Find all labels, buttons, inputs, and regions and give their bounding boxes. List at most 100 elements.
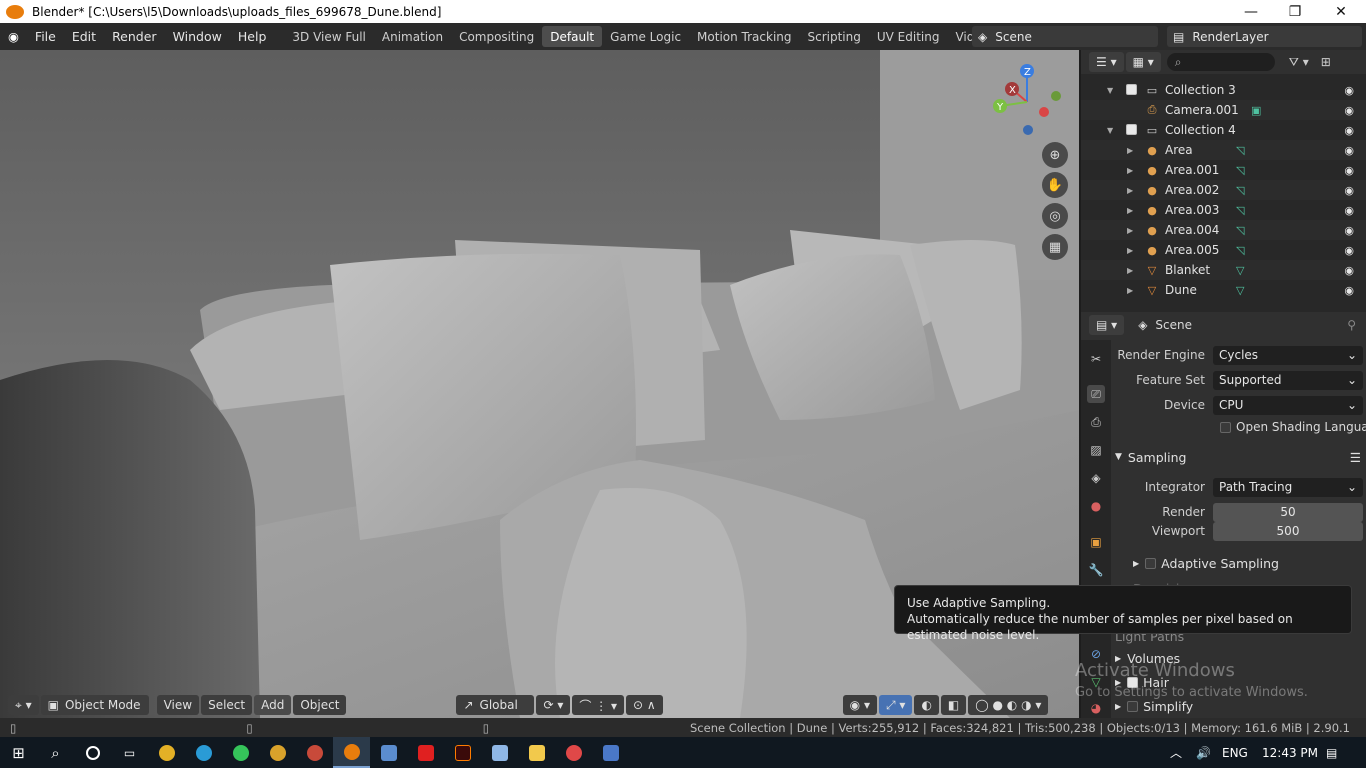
collapse-arrow-icon[interactable]: ▶: [1127, 226, 1133, 235]
tab-animation[interactable]: Animation: [374, 26, 451, 47]
tab-game-logic[interactable]: Game Logic: [602, 26, 689, 47]
menu-window[interactable]: Window: [165, 23, 230, 50]
tab-uv-editing[interactable]: UV Editing: [869, 26, 948, 47]
outliner-row[interactable]: ▼ ▭ Collection 3 ◉: [1081, 80, 1366, 100]
visibility-eye-icon[interactable]: ◉: [1344, 144, 1354, 157]
outliner-row[interactable]: ▶ ● Area.005 ◹ ◉: [1081, 240, 1366, 260]
snap-button[interactable]: ⌒ ⋮ ▾: [572, 695, 625, 715]
adaptive-sampling-checkbox[interactable]: [1145, 557, 1157, 569]
menu-help[interactable]: Help: [230, 23, 275, 50]
whatsapp-icon[interactable]: [222, 737, 259, 768]
navigation-gizmo[interactable]: Z X Y: [992, 62, 1062, 142]
modifier-tab-icon[interactable]: 🔧: [1087, 561, 1105, 579]
language-indicator[interactable]: ENG: [1222, 746, 1248, 760]
collapse-arrow-icon[interactable]: ▶: [1127, 166, 1133, 175]
tab-compositing[interactable]: Compositing: [451, 26, 542, 47]
menu-edit[interactable]: Edit: [64, 23, 104, 50]
gizmo-toggle-button[interactable]: ⤢ ▾: [878, 695, 913, 715]
sampling-panel-header[interactable]: ▼ Sampling ☰: [1115, 445, 1365, 469]
visibility-button[interactable]: ◉ ▾: [842, 695, 877, 715]
adaptive-sampling-panel[interactable]: ▶ Adaptive Sampling: [1133, 551, 1366, 575]
expand-arrow-icon[interactable]: ▼: [1107, 86, 1113, 95]
youtube-icon[interactable]: [407, 737, 444, 768]
notification-icon[interactable]: ▤: [1326, 746, 1337, 760]
menu-render[interactable]: Render: [104, 23, 165, 50]
osl-row[interactable]: Open Shading Language: [1220, 416, 1366, 438]
view-layer-selector[interactable]: ▤ RenderLayer: [1167, 26, 1362, 47]
visibility-eye-icon[interactable]: ◉: [1344, 264, 1354, 277]
filter-icon[interactable]: ⛛ ▾: [1289, 55, 1309, 70]
clock[interactable]: 12:43 PM: [1262, 746, 1318, 760]
menu-select[interactable]: Select: [201, 695, 253, 715]
integrator-dropdown[interactable]: Path Tracing ⌄: [1213, 477, 1363, 497]
render-tab-icon[interactable]: ⎚: [1087, 385, 1105, 403]
material-tab-icon[interactable]: ◕: [1087, 699, 1105, 717]
collapse-arrow-icon[interactable]: ▶: [1127, 206, 1133, 215]
simplify-checkbox[interactable]: [1127, 700, 1139, 712]
outliner-row[interactable]: ▶ ● Area.001 ◹ ◉: [1081, 160, 1366, 180]
chrome-alt-icon[interactable]: [296, 737, 333, 768]
edge-icon[interactable]: [185, 737, 222, 768]
blender-taskbar-icon[interactable]: [333, 737, 370, 768]
visibility-eye-icon[interactable]: ◉: [1344, 184, 1354, 197]
render-samples-field[interactable]: 50: [1213, 502, 1363, 522]
visibility-eye-icon[interactable]: ◉: [1344, 84, 1354, 97]
osl-checkbox[interactable]: [1220, 421, 1231, 433]
visibility-eye-icon[interactable]: ◉: [1344, 224, 1354, 237]
world-tab-icon[interactable]: ●: [1087, 497, 1105, 515]
visibility-eye-icon[interactable]: ◉: [1344, 244, 1354, 257]
outliner-row[interactable]: ▶ ● Area.004 ◹ ◉: [1081, 220, 1366, 240]
outliner-row[interactable]: ▶ ▽ Dune ▽ ◉: [1081, 280, 1366, 300]
scene-tab-icon[interactable]: ◈: [1087, 469, 1105, 487]
start-windows-icon[interactable]: ⊞: [0, 737, 37, 768]
scene-selector[interactable]: ◈ Scene: [972, 26, 1158, 47]
device-dropdown[interactable]: CPU ⌄: [1213, 395, 1363, 415]
close-button[interactable]: ✕: [1318, 0, 1364, 23]
overlays-button[interactable]: ◐: [914, 695, 939, 715]
new-collection-icon[interactable]: ⊞: [1321, 55, 1331, 69]
outliner-row[interactable]: ⎙ Camera.001 ▣ ◉: [1081, 100, 1366, 120]
outliner-row[interactable]: ▼ ▭ Collection 4 ◉: [1081, 120, 1366, 140]
object-tab-icon[interactable]: ▣: [1087, 533, 1105, 551]
calculator-icon[interactable]: [592, 737, 629, 768]
view-layer-tab-icon[interactable]: ▨: [1087, 441, 1105, 459]
xray-button[interactable]: ◧: [940, 695, 967, 715]
camera-view-icon[interactable]: ◎: [1042, 203, 1068, 229]
editor-type-button[interactable]: ⌖ ▾: [8, 695, 39, 715]
collapse-arrow-icon[interactable]: ▶: [1127, 146, 1133, 155]
app-red-icon[interactable]: [555, 737, 592, 768]
light-data-icon[interactable]: ◹: [1236, 164, 1244, 177]
visibility-eye-icon[interactable]: ◉: [1344, 284, 1354, 297]
collapse-arrow-icon[interactable]: ▶: [1127, 286, 1133, 295]
orientation-dropdown[interactable]: ↗ Global: [456, 695, 535, 715]
outliner-row[interactable]: ▶ ▽ Blanket ▽ ◉: [1081, 260, 1366, 280]
pin-icon[interactable]: ⚲: [1347, 318, 1356, 332]
light-data-icon[interactable]: ◹: [1236, 224, 1244, 237]
task-view-icon[interactable]: ▭: [111, 737, 148, 768]
tool-tab-icon[interactable]: ✂: [1087, 350, 1105, 368]
perspective-grid-icon[interactable]: ▦: [1042, 234, 1068, 260]
render-engine-dropdown[interactable]: Cycles ⌄: [1213, 345, 1363, 365]
menu-add[interactable]: Add: [254, 695, 292, 715]
photos-icon[interactable]: [370, 737, 407, 768]
camera-data-icon[interactable]: ▣: [1251, 104, 1261, 117]
maximize-button[interactable]: ❐: [1272, 0, 1318, 23]
light-data-icon[interactable]: ◹: [1236, 244, 1244, 257]
paint-icon[interactable]: [481, 737, 518, 768]
outliner-row[interactable]: ▶ ● Area.003 ◹ ◉: [1081, 200, 1366, 220]
collapse-arrow-icon[interactable]: ▶: [1127, 246, 1133, 255]
cortana-icon[interactable]: [74, 737, 111, 768]
tab-motion-tracking[interactable]: Motion Tracking: [689, 26, 799, 47]
presets-list-icon[interactable]: ☰: [1350, 450, 1361, 465]
pan-hand-icon[interactable]: ✋: [1042, 172, 1068, 198]
object-mode-dropdown[interactable]: ▣ Object Mode: [40, 695, 149, 715]
zoom-icon[interactable]: ⊕: [1042, 142, 1068, 168]
search-icon[interactable]: ⌕: [37, 737, 74, 768]
visibility-eye-icon[interactable]: ◉: [1344, 164, 1354, 177]
mesh-data-icon[interactable]: ▽: [1236, 264, 1244, 277]
display-mode-icon[interactable]: ▦ ▾: [1125, 52, 1161, 72]
outliner-editor-type-icon[interactable]: ☰ ▾: [1089, 52, 1124, 72]
menu-view[interactable]: View: [156, 695, 200, 715]
collection-checkbox[interactable]: [1126, 84, 1137, 95]
viewport-samples-field[interactable]: 500: [1213, 521, 1363, 541]
